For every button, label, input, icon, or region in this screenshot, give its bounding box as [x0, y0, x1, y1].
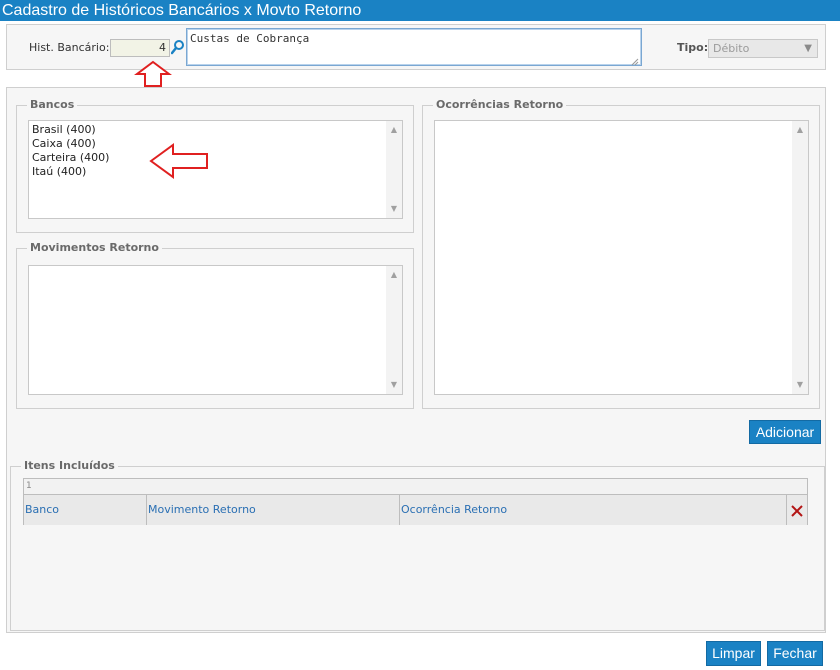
description-textarea[interactable]: Custas de Cobrança — [186, 28, 642, 66]
hist-bancario-label: Hist. Bancário: — [29, 41, 110, 54]
tipo-select[interactable]: Débito ▼ — [708, 39, 818, 58]
scroll-down-icon[interactable]: ▼ — [386, 378, 402, 392]
column-header-movimento[interactable]: Movimento Retorno — [147, 495, 400, 525]
adicionar-button[interactable]: Adicionar — [749, 420, 821, 444]
movimentos-listbox[interactable]: ▲ ▼ — [28, 265, 403, 395]
delete-icon[interactable] — [787, 495, 807, 525]
search-icon[interactable] — [170, 39, 185, 55]
column-header-ocorrencia[interactable]: Ocorrência Retorno — [400, 495, 787, 525]
grid-page-indicator: 1 — [24, 479, 807, 495]
list-item[interactable]: Brasil (400) — [32, 123, 109, 137]
scrollbar[interactable]: ▲ ▼ — [792, 121, 808, 394]
scroll-up-icon[interactable]: ▲ — [386, 123, 402, 137]
list-item[interactable]: Itaú (400) — [32, 165, 109, 179]
itens-legend: Itens Incluídos — [21, 459, 118, 473]
scroll-down-icon[interactable]: ▼ — [386, 202, 402, 216]
bancos-items: Brasil (400) Caixa (400) Carteira (400) … — [32, 123, 109, 179]
chevron-down-icon: ▼ — [804, 43, 812, 54]
ocorrencias-fieldset: Ocorrências Retorno ▲ ▼ — [422, 98, 820, 409]
fechar-button[interactable]: Fechar — [767, 641, 823, 666]
hist-code-input[interactable]: 4 — [110, 39, 170, 57]
itens-grid: 1 Banco Movimento Retorno Ocorrência Ret… — [23, 478, 808, 525]
resize-grip-icon[interactable] — [631, 55, 639, 66]
scrollbar[interactable]: ▲ ▼ — [386, 121, 402, 218]
movimentos-fieldset: Movimentos Retorno ▲ ▼ — [16, 241, 414, 409]
itens-fieldset: Itens Incluídos 1 Banco Movimento Retorn… — [10, 459, 825, 631]
tipo-label: Tipo: — [677, 41, 709, 54]
main-panel: Bancos Brasil (400) Caixa (400) Carteira… — [6, 87, 826, 633]
annotation-up-arrow-icon — [134, 60, 172, 87]
limpar-button[interactable]: Limpar — [706, 641, 761, 666]
column-header-banco[interactable]: Banco — [24, 495, 147, 525]
ocorrencias-listbox[interactable]: ▲ ▼ — [434, 120, 809, 395]
bancos-fieldset: Bancos Brasil (400) Caixa (400) Carteira… — [16, 98, 414, 233]
bancos-legend: Bancos — [27, 98, 78, 112]
window-title: Cadastro de Históricos Bancários x Movto… — [0, 0, 840, 21]
scroll-down-icon[interactable]: ▼ — [792, 378, 808, 392]
scroll-up-icon[interactable]: ▲ — [792, 123, 808, 137]
bancos-listbox[interactable]: Brasil (400) Caixa (400) Carteira (400) … — [28, 120, 403, 219]
movimentos-legend: Movimentos Retorno — [27, 241, 162, 255]
annotation-left-arrow-icon — [149, 143, 208, 179]
scroll-up-icon[interactable]: ▲ — [386, 268, 402, 282]
header-panel: Hist. Bancário: 4 Custas de Cobrança Tip… — [6, 24, 826, 70]
list-item[interactable]: Caixa (400) — [32, 137, 109, 151]
list-item[interactable]: Carteira (400) — [32, 151, 109, 165]
ocorrencias-legend: Ocorrências Retorno — [433, 98, 567, 112]
scrollbar[interactable]: ▲ ▼ — [386, 266, 402, 394]
tipo-select-value: Débito — [713, 42, 750, 55]
